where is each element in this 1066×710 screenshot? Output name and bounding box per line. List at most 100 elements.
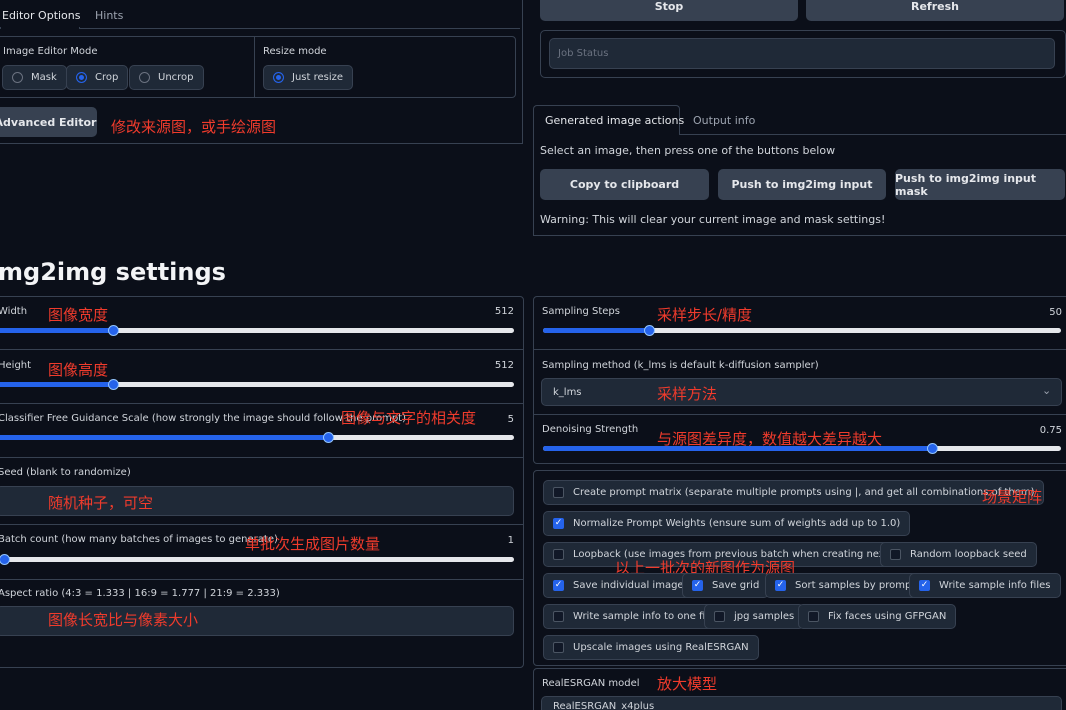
- realesrgan-model-note: 放大模型: [657, 675, 718, 693]
- sampling-method-note: 采样方法: [657, 385, 718, 403]
- advanced-editor-button[interactable]: Advanced Editor: [0, 107, 97, 137]
- copy-to-clipboard-button[interactable]: Copy to clipboard: [540, 169, 709, 200]
- create-prompt-matrix-option[interactable]: Create prompt matrix (separate multiple …: [543, 480, 1045, 505]
- denoising-strength-value[interactable]: 0.75: [1018, 425, 1062, 436]
- sampling-steps-value[interactable]: 50: [1018, 307, 1062, 318]
- actions-left-border: [533, 134, 534, 236]
- mask-radio[interactable]: [12, 72, 23, 83]
- denoising-strength-slider-thumb[interactable]: [927, 443, 938, 454]
- row-divider: [0, 579, 524, 580]
- chevron-down-icon: ⌄: [1042, 384, 1052, 397]
- editor-options-divider: [254, 37, 255, 97]
- active-tab-gap: [0, 27, 80, 29]
- sampling-steps-note: 采样步长/精度: [657, 306, 753, 324]
- realesrgan-model-label: RealESRGAN model: [542, 678, 640, 689]
- batch-count-label: Batch count (how many batches of images …: [0, 534, 278, 545]
- cfg-scale-value[interactable]: 5: [470, 414, 514, 425]
- height-slider-thumb[interactable]: [108, 379, 119, 390]
- batch-count-note: 单批次生成图片数量: [245, 535, 381, 553]
- write-sample-info-one-file-checkbox[interactable]: [553, 611, 564, 622]
- write-sample-info-files-checkbox[interactable]: ✓: [919, 580, 930, 591]
- width-slider[interactable]: [0, 325, 514, 336]
- save-individual-images-option[interactable]: ✓ Save individual images: [543, 573, 699, 598]
- cfg-scale-note: 图像与文字的相关度: [341, 409, 477, 427]
- sort-samples-checkbox[interactable]: ✓: [775, 580, 786, 591]
- width-value[interactable]: 512: [470, 306, 514, 317]
- mode-mask-option[interactable]: Mask: [2, 65, 67, 90]
- width-note: 图像宽度: [48, 306, 109, 324]
- loopback-checkbox[interactable]: [553, 549, 564, 560]
- fix-faces-gfpgan-option[interactable]: Fix faces using GFPGAN: [798, 604, 957, 629]
- tab-output-info[interactable]: Output info: [693, 114, 755, 127]
- editor-bottom-border: [0, 143, 523, 144]
- job-status-field: Job Status: [549, 38, 1055, 69]
- push-to-img2img-button[interactable]: Push to img2img input: [718, 169, 886, 200]
- advanced-editor-note: 修改来源图，或手绘源图: [111, 118, 277, 136]
- row-divider: [533, 349, 1066, 350]
- sampling-method-label: Sampling method (k_lms is default k-diff…: [542, 360, 819, 371]
- write-sample-info-one-file-option[interactable]: Write sample info to one file: [543, 604, 725, 629]
- create-prompt-matrix-checkbox[interactable]: [553, 487, 564, 498]
- height-slider[interactable]: [0, 379, 514, 390]
- height-value[interactable]: 512: [470, 360, 514, 371]
- tab-generated-image-actions[interactable]: Generated image actions: [545, 114, 684, 127]
- batch-count-slider[interactable]: [0, 554, 514, 565]
- resize-mode-label: Resize mode: [263, 46, 327, 57]
- image-editor-mode-label: Image Editor Mode: [3, 46, 98, 57]
- refresh-button[interactable]: Refresh: [806, 0, 1064, 21]
- tab-hints[interactable]: Hints: [95, 9, 123, 22]
- jpg-samples-checkbox[interactable]: [714, 611, 725, 622]
- left-column-border: [522, 0, 523, 144]
- seed-note: 随机种子，可空: [48, 494, 154, 512]
- upscale-realesrgan-checkbox[interactable]: [553, 642, 564, 653]
- cfg-scale-slider-thumb[interactable]: [323, 432, 334, 443]
- random-loopback-seed-option[interactable]: Random loopback seed: [880, 542, 1037, 567]
- stop-button[interactable]: Stop: [540, 0, 798, 21]
- row-divider: [0, 524, 524, 525]
- mode-uncrop-option[interactable]: Uncrop: [129, 65, 204, 90]
- aspect-ratio-note: 图像长宽比与像素大小: [48, 611, 199, 629]
- save-grid-checkbox[interactable]: ✓: [692, 580, 703, 591]
- batch-count-value[interactable]: 1: [470, 535, 514, 546]
- row-divider: [0, 403, 524, 404]
- sampling-steps-slider-thumb[interactable]: [644, 325, 655, 336]
- height-label: Height: [0, 360, 32, 371]
- width-slider-thumb[interactable]: [108, 325, 119, 336]
- just-resize-radio[interactable]: [273, 72, 284, 83]
- tab-editor-options[interactable]: Editor Options: [2, 9, 81, 22]
- denoising-strength-label: Denoising Strength: [542, 424, 639, 435]
- cfg-scale-slider[interactable]: [0, 432, 514, 443]
- actions-warning: Warning: This will clear your current im…: [540, 213, 886, 226]
- aspect-ratio-label: Aspect ratio (4:3 = 1.333 | 16:9 = 1.777…: [0, 588, 280, 599]
- row-divider: [0, 349, 524, 350]
- crop-radio[interactable]: [76, 72, 87, 83]
- denoising-strength-slider[interactable]: [543, 443, 1061, 454]
- sampling-steps-slider[interactable]: [543, 325, 1061, 336]
- height-note: 图像高度: [48, 361, 109, 379]
- normalize-prompt-weights-checkbox[interactable]: ✓: [553, 518, 564, 529]
- sampling-steps-label: Sampling Steps: [542, 306, 620, 317]
- row-divider: [533, 414, 1066, 415]
- row-divider: [0, 457, 524, 458]
- jpg-samples-option[interactable]: jpg samples: [704, 604, 805, 629]
- img2img-settings-title: mg2img settings: [0, 258, 226, 286]
- save-individual-images-checkbox[interactable]: ✓: [553, 580, 564, 591]
- realesrgan-model-select[interactable]: RealESRGAN_x4plus: [541, 696, 1062, 710]
- write-sample-info-files-option[interactable]: ✓ Write sample info files: [909, 573, 1061, 598]
- uncrop-radio[interactable]: [139, 72, 150, 83]
- upscale-realesrgan-option[interactable]: Upscale images using RealESRGAN: [543, 635, 759, 660]
- actions-instruction: Select an image, then press one of the b…: [540, 144, 836, 157]
- push-to-img2img-mask-button[interactable]: Push to img2img input mask: [895, 169, 1065, 200]
- normalize-prompt-weights-option[interactable]: ✓ Normalize Prompt Weights (ensure sum of…: [543, 511, 911, 536]
- sort-samples-option[interactable]: ✓ Sort samples by prompt: [765, 573, 926, 598]
- fix-faces-gfpgan-checkbox[interactable]: [808, 611, 819, 622]
- resize-just-resize-option[interactable]: Just resize: [263, 65, 354, 90]
- mode-crop-option[interactable]: Crop: [66, 65, 129, 90]
- random-loopback-seed-checkbox[interactable]: [890, 549, 901, 560]
- sampling-method-select[interactable]: k_lms: [541, 378, 1062, 406]
- actions-bottom-border: [533, 235, 1066, 236]
- seed-label: Seed (blank to randomize): [0, 467, 131, 478]
- save-grid-option[interactable]: ✓ Save grid: [682, 573, 770, 598]
- width-label: Width: [0, 306, 28, 317]
- actions-tab-divider: [680, 134, 1066, 135]
